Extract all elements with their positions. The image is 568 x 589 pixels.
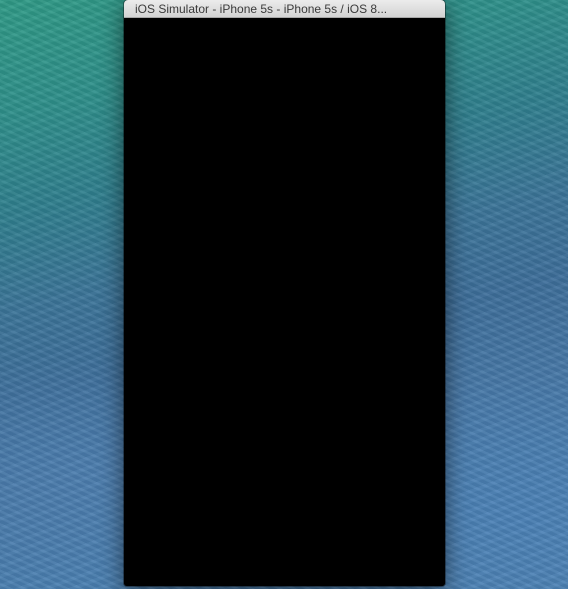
window-title-bar[interactable]: iOS Simulator - iPhone 5s - iPhone 5s / … [124, 0, 445, 18]
window-title: iOS Simulator - iPhone 5s - iPhone 5s / … [135, 2, 388, 16]
simulator-device-screen[interactable] [124, 18, 445, 586]
ios-simulator-window[interactable]: iOS Simulator - iPhone 5s - iPhone 5s / … [124, 0, 445, 586]
